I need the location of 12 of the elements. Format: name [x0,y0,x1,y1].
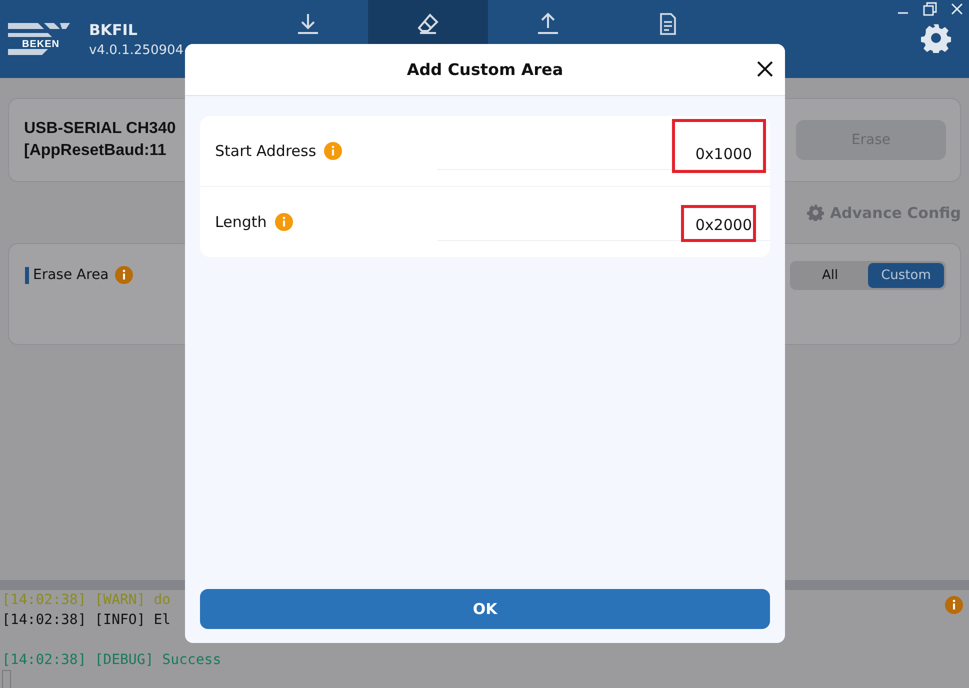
section-title: Erase Area [33,267,109,283]
port-detail: [AppResetBaud:11 [24,142,168,160]
log-line: [14:02:38] [DEBUG] Success [2,651,222,670]
field-label: Start Address [215,142,316,160]
log-line: [14:02:38] [INFO] El [2,611,172,630]
dialog-title: Add Custom Area [406,60,564,79]
field-label: Length [215,213,267,231]
app-version: v4.0.1.250904 [89,42,184,58]
logo-text: BEKEN [22,39,60,50]
app-name: BKFIL [89,20,138,38]
port-name: USB-SERIAL CH340 [24,120,176,138]
log-line: [14:02:38] [WARN] do [2,591,172,610]
